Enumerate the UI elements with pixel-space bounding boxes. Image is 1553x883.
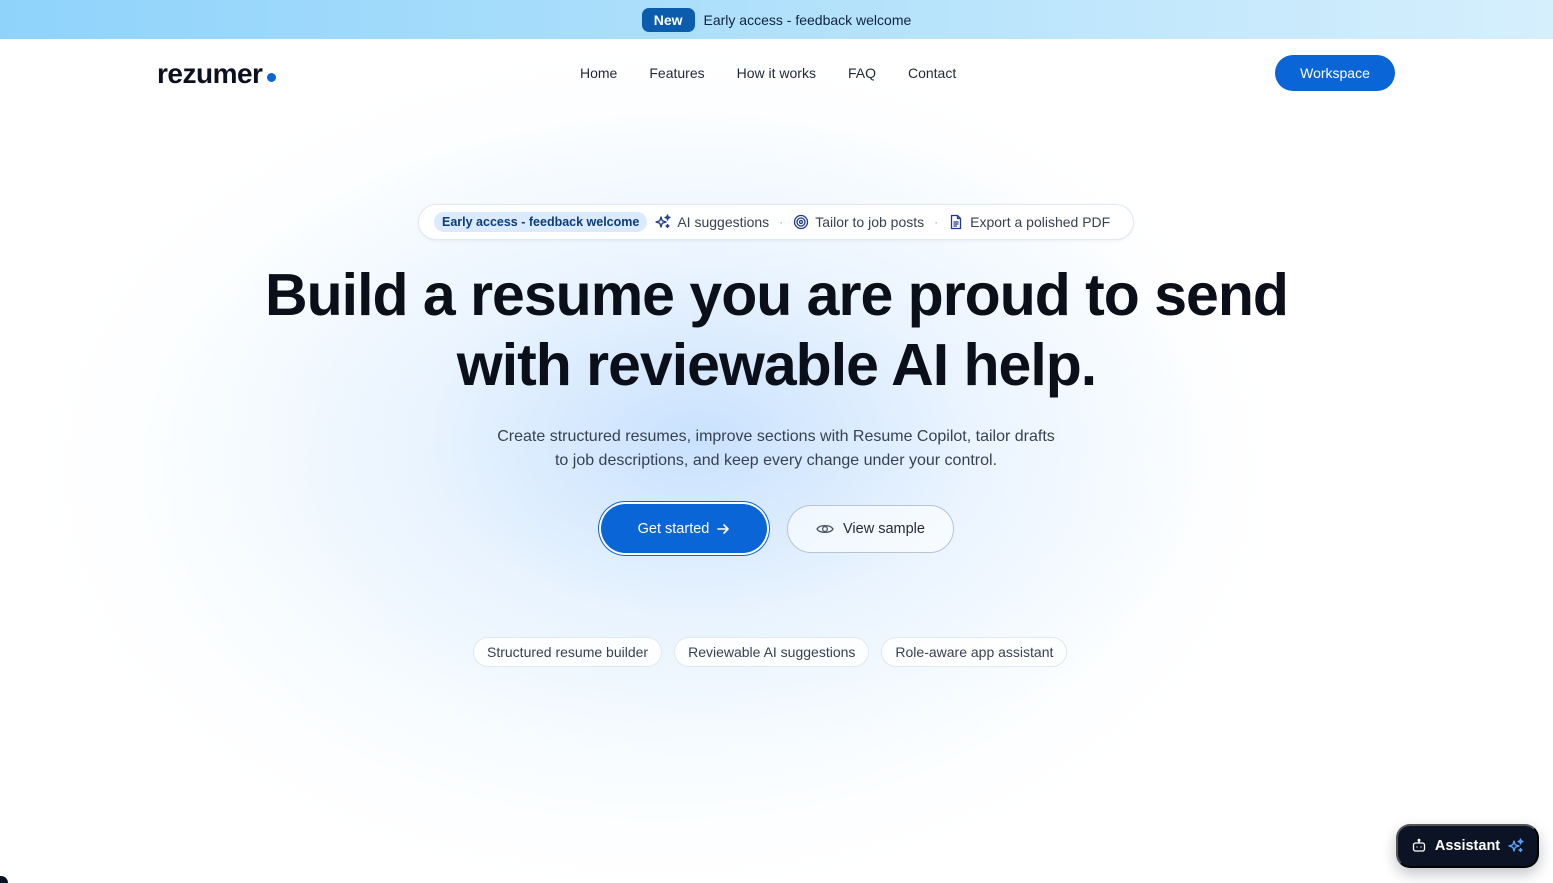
feature-label: AI suggestions	[677, 214, 770, 230]
early-access-chip: Early access - feedback welcome	[434, 212, 648, 232]
get-started-button[interactable]: Get started	[601, 504, 767, 553]
view-sample-label: View sample	[843, 521, 925, 537]
nav-home[interactable]: Home	[580, 65, 617, 81]
separator: ·	[934, 215, 939, 229]
hero-title-line2: with reviewable AI help.	[456, 332, 1097, 398]
nav-contact[interactable]: Contact	[908, 65, 956, 81]
workspace-button[interactable]: Workspace	[1275, 55, 1395, 91]
hero-title-line1: Build a resume you are proud to send	[265, 262, 1289, 328]
hero-subtitle-line1: Create structured resumes, improve secti…	[497, 428, 1055, 445]
logo[interactable]: rezumer	[157, 58, 277, 90]
eye-icon	[816, 522, 834, 536]
target-icon	[793, 214, 809, 230]
main-nav: Home Features How it works FAQ Contact	[580, 62, 956, 84]
robot-icon	[1411, 838, 1427, 854]
landing-page: New Early access - feedback welcome rezu…	[0, 0, 1553, 883]
assistant-label: Assistant	[1434, 838, 1501, 854]
announcement-bar: New Early access - feedback welcome	[0, 0, 1553, 39]
hero-subtitle: Create structured resumes, improve secti…	[476, 425, 1076, 473]
view-sample-button[interactable]: View sample	[787, 505, 954, 553]
nav-how-it-works[interactable]: How it works	[737, 65, 816, 81]
logo-text: rezumer	[157, 58, 263, 89]
tag-structured-resume-builder: Structured resume builder	[473, 637, 663, 667]
get-started-label: Get started	[637, 520, 710, 537]
feature-pill: Early access - feedback welcome AI sugge…	[418, 204, 1134, 240]
nav-faq[interactable]: FAQ	[848, 65, 876, 81]
feature-tailor: Tailor to job posts	[793, 214, 924, 230]
nav-features[interactable]: Features	[649, 65, 704, 81]
tag-role-aware-assistant: Role-aware app assistant	[881, 637, 1068, 667]
feature-ai-suggestions: AI suggestions	[655, 214, 769, 230]
new-badge: New	[641, 7, 695, 32]
hero-subtitle-line2: to job descriptions, and keep every chan…	[554, 452, 998, 469]
assistant-button[interactable]: Assistant	[1396, 824, 1539, 868]
separator: ·	[779, 215, 784, 229]
feature-label: Tailor to job posts	[815, 214, 925, 230]
hero-title: Build a resume you are proud to send wit…	[0, 260, 1553, 400]
sparkles-icon	[655, 214, 671, 230]
window-corner	[0, 876, 8, 883]
feature-tags: Structured resume builder Reviewable AI …	[473, 637, 1068, 667]
arrow-right-icon	[716, 522, 730, 536]
document-icon	[948, 214, 964, 230]
feature-label: Export a polished PDF	[970, 214, 1111, 230]
announcement-text: Early access - feedback welcome	[703, 11, 912, 28]
sparkles-icon	[1508, 838, 1524, 854]
tag-reviewable-ai-suggestions: Reviewable AI suggestions	[674, 637, 870, 667]
feature-export-pdf: Export a polished PDF	[948, 214, 1110, 230]
logo-dot	[267, 73, 277, 82]
